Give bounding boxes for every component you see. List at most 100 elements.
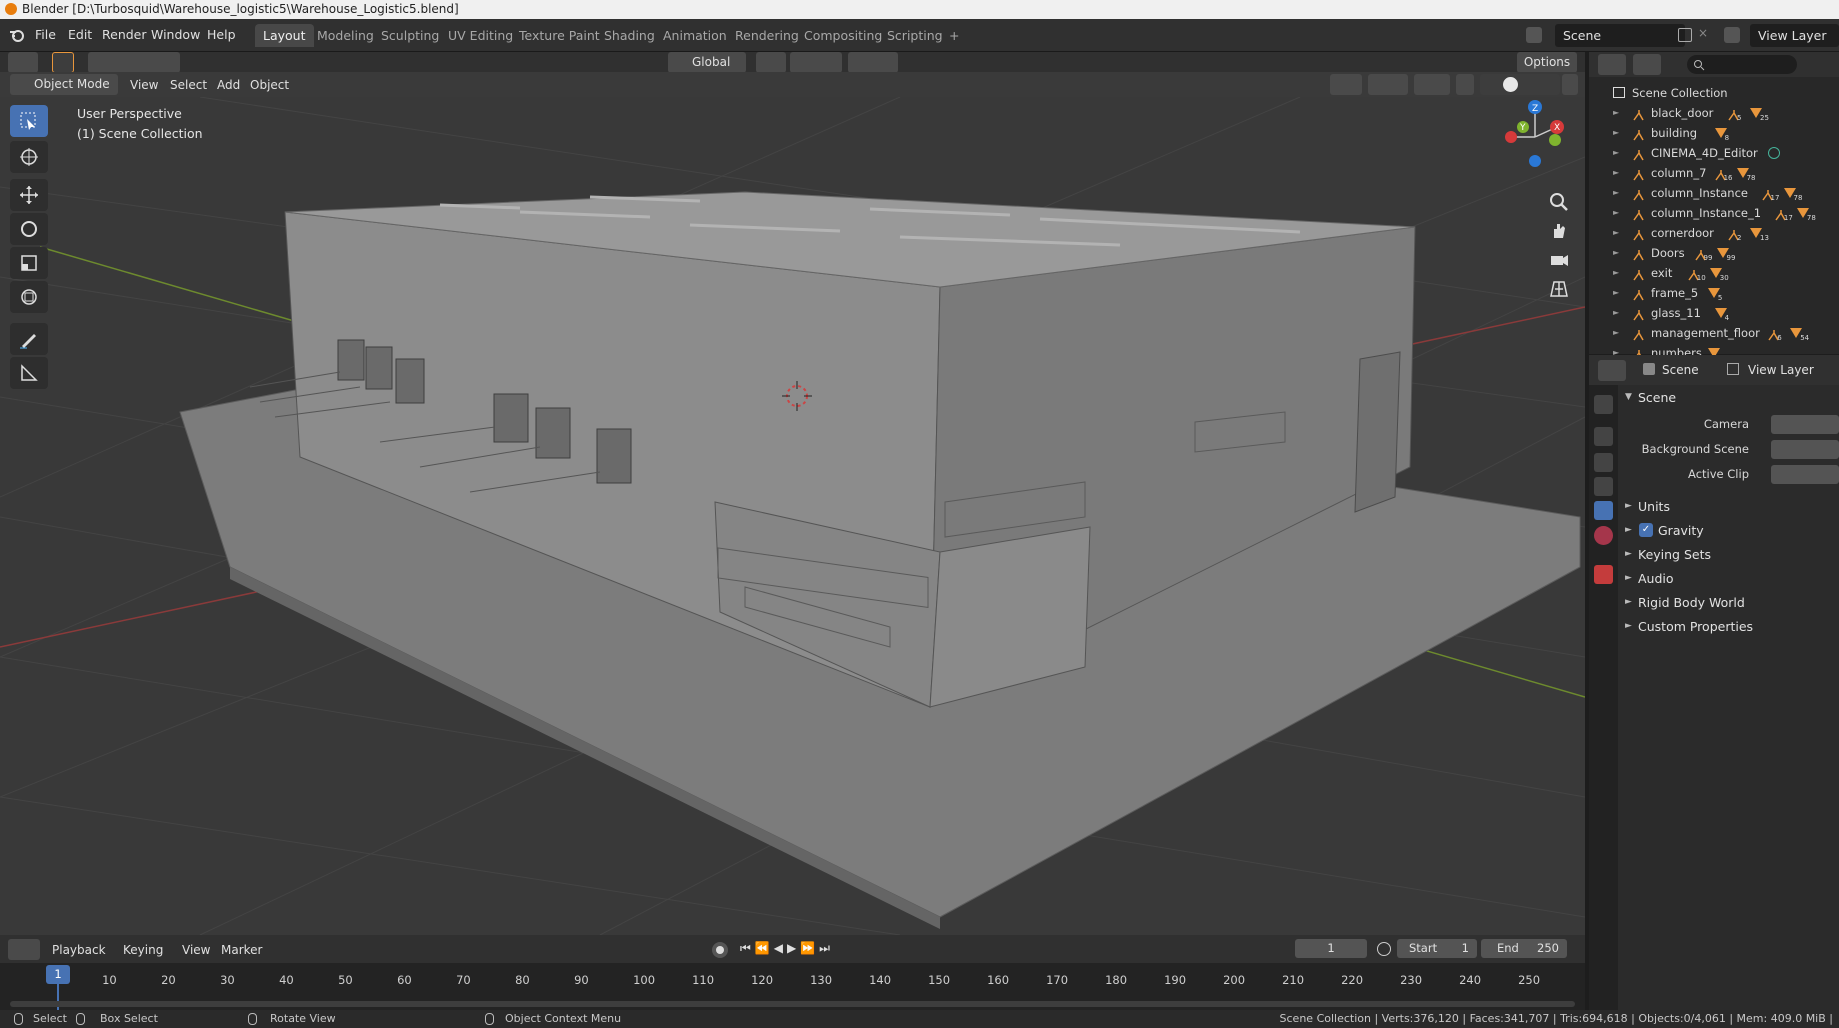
outliner-item[interactable]: ► column_Instance_1 17 78 (1589, 203, 1839, 223)
measure-tool[interactable] (10, 357, 48, 389)
shading-options[interactable] (1562, 74, 1578, 95)
outliner-item[interactable]: ► column_7 16 78 (1589, 163, 1839, 183)
close-scene-icon[interactable]: × (1698, 26, 1708, 40)
transform-tool[interactable] (10, 281, 48, 313)
expand-arrow-icon[interactable]: ► (1613, 323, 1619, 343)
expand-arrow-icon[interactable]: ► (1613, 263, 1619, 283)
current-frame-field[interactable]: 1 (1295, 939, 1367, 958)
orientation-dropdown[interactable]: Global (668, 52, 746, 73)
scene-props-tab-icon[interactable] (1594, 501, 1613, 520)
tab-shading[interactable]: Shading (596, 24, 663, 47)
end-frame-field[interactable]: End 250 (1481, 939, 1567, 958)
expand-arrow-icon[interactable]: ► (1613, 283, 1619, 303)
proportional-edit-toggle[interactable] (848, 52, 898, 73)
start-frame-field[interactable]: Start 1 (1397, 939, 1477, 958)
move-tool[interactable] (10, 179, 48, 211)
options-dropdown[interactable]: Options (1517, 52, 1577, 73)
outliner-item[interactable]: ► CINEMA_4D_Editor (1589, 143, 1839, 163)
3d-viewport[interactable]: User Perspective (1) Scene Collection Z … (0, 97, 1585, 935)
selection-mode-buttons[interactable] (88, 52, 180, 73)
scene-collection-row[interactable]: Scene Collection (1589, 83, 1839, 103)
tab-sculpting[interactable]: Sculpting (373, 24, 447, 47)
pan-hand-icon[interactable] (1548, 220, 1574, 246)
rotate-tool[interactable] (10, 213, 48, 245)
view-layer-props-tab-icon[interactable] (1594, 477, 1613, 496)
cursor-tool[interactable] (10, 141, 48, 173)
background-scene-field[interactable] (1771, 440, 1839, 459)
tab-texture-paint[interactable]: Texture Paint (511, 24, 608, 47)
tab-uv-editing[interactable]: UV Editing (440, 24, 521, 47)
expand-arrow-icon[interactable]: ► (1613, 303, 1619, 323)
menu-render[interactable]: Render (102, 27, 147, 42)
props-scene-tab[interactable]: Scene (1662, 363, 1699, 377)
pivot-dropdown[interactable] (756, 52, 786, 73)
camera-view-icon[interactable] (1548, 249, 1574, 275)
navigation-gizmo[interactable]: Z X Y (1495, 97, 1570, 182)
object-mode-dropdown[interactable]: Object Mode (10, 74, 118, 95)
scene-panel-title[interactable]: Scene (1638, 390, 1676, 405)
outliner-item[interactable]: ► building 8 (1589, 123, 1839, 143)
select-box-tool[interactable] (10, 105, 48, 137)
object-menu[interactable]: Object (250, 78, 289, 92)
overlay-toggle[interactable] (1414, 74, 1450, 95)
units-panel[interactable]: Units (1638, 499, 1670, 514)
outliner-item[interactable]: ► exit 10 30 (1589, 263, 1839, 283)
playback-menu[interactable]: Playback (52, 943, 106, 957)
outliner-item[interactable]: ► Doors 99 99 (1589, 243, 1839, 263)
texture-tab-icon[interactable] (1594, 565, 1613, 584)
keying-menu[interactable]: Keying (123, 943, 163, 957)
add-menu[interactable]: Add (217, 78, 240, 92)
properties-editor-type[interactable] (1598, 360, 1626, 381)
expand-arrow-icon[interactable]: ► (1613, 163, 1619, 183)
gravity-panel[interactable]: Gravity (1658, 523, 1704, 538)
expand-arrow-icon[interactable]: ► (1613, 183, 1619, 203)
expand-arrow-icon[interactable]: ► (1613, 103, 1619, 123)
expand-arrow-icon[interactable]: ► (1613, 203, 1619, 223)
tab-scripting[interactable]: Scripting (879, 24, 951, 47)
active-clip-field[interactable] (1771, 465, 1839, 484)
view-menu[interactable]: View (130, 78, 158, 92)
props-view-layer-tab[interactable]: View Layer (1748, 363, 1814, 377)
marker-menu[interactable]: Marker (221, 943, 262, 957)
custom-properties-panel[interactable]: Custom Properties (1638, 619, 1753, 634)
tab-animation[interactable]: Animation (655, 24, 735, 47)
new-scene-icon[interactable] (1678, 28, 1692, 42)
annotate-tool[interactable] (10, 323, 48, 355)
render-tab-icon[interactable] (1594, 427, 1613, 446)
audio-arrow[interactable]: ► (1625, 573, 1632, 583)
gravity-checkbox[interactable]: ✓ (1639, 523, 1653, 537)
scene-icon[interactable] (1526, 27, 1542, 43)
outliner-item[interactable]: ► management_floor 6 54 (1589, 323, 1839, 343)
view-layer-icon[interactable] (1724, 27, 1740, 43)
gizmo-toggle[interactable] (1368, 74, 1408, 95)
timeline-editor-type[interactable] (8, 939, 40, 960)
record-button[interactable] (712, 942, 728, 958)
rigid-body-arrow[interactable]: ► (1625, 597, 1632, 607)
tab-layout[interactable]: Layout (255, 24, 314, 47)
scale-tool[interactable] (10, 247, 48, 279)
keying-sets-panel[interactable]: Keying Sets (1638, 547, 1711, 562)
select-menu[interactable]: Select (170, 78, 207, 92)
units-arrow[interactable]: ► (1625, 501, 1632, 511)
expand-arrow-icon[interactable]: ► (1613, 243, 1619, 263)
keying-sets-arrow[interactable]: ► (1625, 549, 1632, 559)
shading-mode-buttons[interactable] (1480, 74, 1560, 95)
outliner-item[interactable]: ► frame_5 5 (1589, 283, 1839, 303)
scene-panel-arrow[interactable]: ▼ (1625, 392, 1632, 402)
menu-edit[interactable]: Edit (68, 27, 92, 42)
menu-window[interactable]: Window (151, 27, 200, 42)
editor-type-icon[interactable] (8, 52, 38, 73)
playhead[interactable]: 1 (46, 965, 70, 984)
tab-rendering[interactable]: Rendering (727, 24, 807, 47)
timeline-scrollbar[interactable] (10, 1001, 1575, 1007)
display-mode-dropdown[interactable] (1633, 54, 1661, 75)
rigid-body-world-panel[interactable]: Rigid Body World (1638, 595, 1745, 610)
outliner-item[interactable]: ► column_Instance 17 78 (1589, 183, 1839, 203)
audio-panel[interactable]: Audio (1638, 571, 1674, 586)
tab-compositing[interactable]: Compositing (796, 24, 890, 47)
outliner-search-input[interactable] (1687, 55, 1797, 74)
scene-selector[interactable]: Scene (1555, 24, 1685, 47)
blender-menu-icon[interactable] (9, 27, 25, 43)
world-tab-icon[interactable] (1594, 526, 1613, 545)
outliner-item[interactable]: ► black_door 5 25 (1589, 103, 1839, 123)
